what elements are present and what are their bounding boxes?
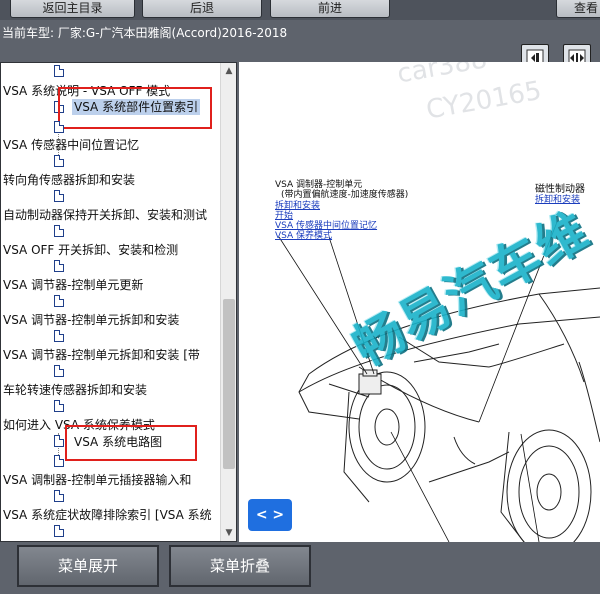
menu-collapse-button[interactable]: 菜单折叠 bbox=[169, 545, 311, 587]
main-menu-button[interactable]: 返回主目录 bbox=[10, 0, 135, 18]
current-model-label: 当前车型: 厂家:G-广汽本田雅阁(Accord)2016-2018 bbox=[2, 26, 288, 40]
document-icon bbox=[54, 365, 64, 377]
document-icon bbox=[54, 225, 64, 237]
tree-scrollbar[interactable]: ▲ ▼ bbox=[220, 63, 236, 541]
diagram-link[interactable]: 拆卸和安装 bbox=[275, 201, 320, 211]
document-icon bbox=[54, 455, 64, 467]
highlight-box bbox=[65, 425, 197, 461]
tree-item[interactable]: VSA 调节器-控制单元拆卸和安装 [带 bbox=[3, 347, 200, 363]
page-nav-button[interactable]: < > bbox=[248, 499, 292, 531]
tree-item[interactable]: VSA OFF 开关拆卸、安装和检测 bbox=[3, 242, 178, 258]
diagram-title: VSA 调制器-控制单元 bbox=[275, 180, 363, 190]
tree-item[interactable]: VSA 调节器-控制单元拆卸和安装 bbox=[3, 312, 179, 328]
diagram-link[interactable]: 开始 bbox=[275, 211, 293, 221]
scroll-down-icon[interactable]: ▼ bbox=[221, 525, 236, 541]
diagram-subtitle: (带内置偏航速度-加速度传感器) bbox=[281, 190, 409, 200]
document-icon bbox=[54, 295, 64, 307]
tree-item[interactable]: 车轮转速传感器拆卸和安装 bbox=[3, 382, 147, 398]
document-icon bbox=[54, 490, 64, 502]
tree-panel: VSA 系统说明 - VSA OFF 模式 VSA 系统部件位置索引 VSA 传… bbox=[0, 62, 237, 542]
tree-item[interactable]: VSA 系统症状故障排除索引 [VSA 系统 bbox=[3, 507, 212, 523]
back-button[interactable]: 后退 bbox=[142, 0, 262, 18]
view-button[interactable]: 查看 bbox=[556, 0, 600, 18]
scroll-up-icon[interactable]: ▲ bbox=[221, 63, 236, 79]
document-icon bbox=[54, 400, 64, 412]
diagram-panel: car388 CY20165 VSA 调制器-控制单元 (带内置偏航速度-加速度… bbox=[239, 62, 600, 542]
document-icon bbox=[54, 435, 64, 447]
tree-item[interactable]: VSA 传感器中间位置记忆 bbox=[3, 137, 139, 153]
document-icon bbox=[54, 121, 64, 133]
document-icon bbox=[54, 260, 64, 272]
tree-item[interactable]: VSA 调节器-控制单元更新 bbox=[3, 277, 143, 293]
document-icon bbox=[54, 190, 64, 202]
document-icon bbox=[54, 525, 64, 537]
app-window: 返回主目录 后退 前进 查看 当前车型: 厂家:G-广汽本田雅阁(Accord)… bbox=[0, 0, 600, 594]
document-icon bbox=[54, 155, 64, 167]
scroll-thumb[interactable] bbox=[223, 299, 235, 469]
highlight-box bbox=[58, 87, 212, 129]
diagram-link[interactable]: VSA 传感器中间位置记忆 bbox=[275, 221, 377, 231]
diagram-link[interactable]: VSA 保养模式 bbox=[275, 231, 332, 241]
document-icon bbox=[54, 65, 64, 77]
tree-item[interactable]: VSA 调制器-控制单元插接器输入和 bbox=[3, 472, 191, 488]
document-icon bbox=[54, 330, 64, 342]
top-toolbar: 返回主目录 后退 前进 查看 bbox=[0, 0, 600, 20]
header-bar: 当前车型: 厂家:G-广汽本田雅阁(Accord)2016-2018 bbox=[0, 20, 600, 72]
tree-item[interactable]: 转向角传感器拆卸和安装 bbox=[3, 172, 135, 188]
menu-expand-button[interactable]: 菜单展开 bbox=[17, 545, 159, 587]
forward-button[interactable]: 前进 bbox=[270, 0, 390, 18]
tree-item[interactable]: 自动制动器保持开关拆卸、安装和测试 bbox=[3, 207, 207, 223]
